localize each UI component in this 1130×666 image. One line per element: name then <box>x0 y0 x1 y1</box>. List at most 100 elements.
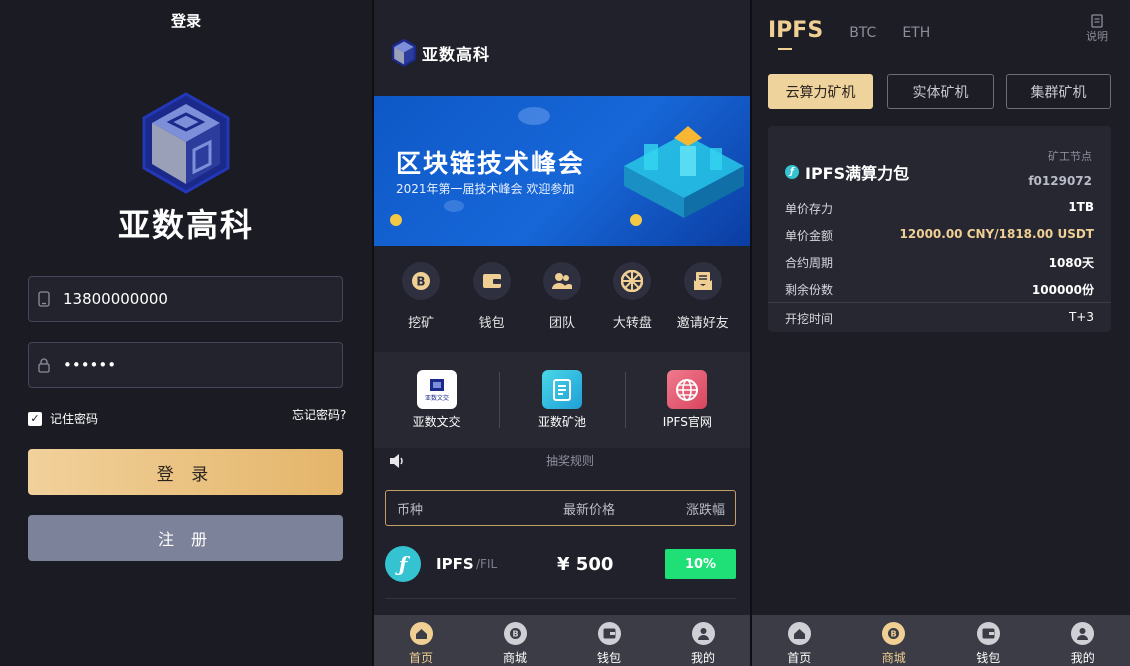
tab-ipfs[interactable]: IPFS <box>768 18 823 43</box>
forgot-password-link[interactable]: 忘记密码? <box>292 406 346 423</box>
tab-profile[interactable]: 我的 <box>1036 615 1130 666</box>
link-label: IPFS官网 <box>662 415 712 429</box>
miner-type-tabs: 云算力矿机 实体矿机 集群矿机 <box>768 74 1125 109</box>
remember-label: 记住密码 <box>50 412 99 426</box>
spec-value: 1TB <box>1068 200 1094 214</box>
spec-key: 剩余份数 <box>785 283 834 297</box>
help-button[interactable]: 说明 <box>1086 14 1108 44</box>
coin-price: ¥ 500 <box>557 553 614 575</box>
svg-text:B: B <box>891 630 897 639</box>
help-label: 说明 <box>1086 30 1108 43</box>
spec-key: 开挖时间 <box>785 312 834 326</box>
exchange-logo-text: 亚数文交 <box>425 394 449 402</box>
tab-label: 我的 <box>1070 651 1095 665</box>
coin-pair: /FIL <box>476 557 498 571</box>
tab-home[interactable]: 首页 <box>752 615 847 666</box>
lock-icon <box>37 356 51 374</box>
tab-cloud-miner[interactable]: 云算力矿机 <box>768 74 873 109</box>
document-icon <box>1091 14 1103 28</box>
tab-wallet[interactable]: 钱包 <box>941 615 1036 666</box>
speaker-icon <box>390 453 403 468</box>
tab-label: 商城 <box>502 651 527 665</box>
tab-physical-miner[interactable]: 实体矿机 <box>887 74 994 109</box>
remember-password-checkbox[interactable]: ✓ 记住密码 <box>28 410 98 427</box>
divider <box>768 302 1111 303</box>
column-header-coin: 币种 <box>397 502 424 518</box>
spec-key: 单价金额 <box>785 229 834 243</box>
link-label: 亚数矿池 <box>537 415 586 429</box>
quick-action-label: 大转盘 <box>612 316 652 331</box>
password-field[interactable] <box>28 342 343 388</box>
header: 亚数高科 <box>390 38 490 68</box>
brand-name: 亚数高科 <box>117 206 254 244</box>
page-title: 登录 <box>170 12 201 30</box>
node-value: f0129072 <box>1028 174 1092 188</box>
promo-banner[interactable]: 区块链技术峰会 2021年第一届技术峰会 欢迎参加 <box>374 96 750 246</box>
bottom-tabbar: 首页 B 商城 钱包 我的 <box>374 615 750 666</box>
mining-screen: IPFS BTC ETH 说明 云算力矿机 实体矿机 集群矿机 ƒ IPFS满算… <box>752 0 1130 666</box>
quick-action-label: 挖矿 <box>408 316 435 331</box>
tab-btc[interactable]: BTC <box>849 25 876 41</box>
product-title-text: IPFS满算力包 <box>805 164 910 183</box>
spec-key: 合约周期 <box>785 256 834 270</box>
wallet-icon <box>472 262 511 300</box>
link-label: 亚数文交 <box>412 415 461 429</box>
quick-action-label: 邀请好友 <box>676 316 729 331</box>
checkmark-icon[interactable]: ✓ <box>28 411 42 426</box>
tab-label: 商城 <box>881 651 906 665</box>
banner-subtitle: 2021年第一届技术峰会 欢迎参加 <box>396 182 575 196</box>
coin-tabs: IPFS BTC ETH <box>768 18 930 43</box>
home-screen: 亚数高科 区块链技术峰会 2021年第一届技术峰会 欢迎参加 B 挖矿 钱包 团… <box>374 0 750 666</box>
bottom-tabbar: 首页 B 商城 钱包 我的 <box>752 615 1130 666</box>
market-row[interactable]: ƒ IPFS /FIL ¥ 500 10% <box>385 540 736 588</box>
spec-value: T+3 <box>1068 310 1094 324</box>
spec-row: 开挖时间 T+3 <box>785 310 1094 327</box>
phone-field[interactable] <box>28 276 343 322</box>
tab-eth[interactable]: ETH <box>902 25 930 41</box>
login-screen: 登录 亚数高科 ✓ 记住密码 <box>0 0 372 666</box>
quick-action-invite[interactable]: 邀请好友 <box>671 262 735 331</box>
partner-links: 亚数文交 亚数文交 亚数矿池 IPFS官网 <box>374 352 750 448</box>
tab-mall[interactable]: B 商城 <box>847 615 942 666</box>
brand-name: 亚数高科 <box>422 45 491 64</box>
quick-action-mining[interactable]: B 挖矿 <box>389 262 453 331</box>
phone-input[interactable] <box>63 290 303 308</box>
profile-icon <box>691 622 715 645</box>
link-yashu-pool[interactable]: 亚数矿池 <box>499 370 624 430</box>
quick-action-team[interactable]: 团队 <box>530 262 594 331</box>
password-input[interactable] <box>63 356 303 374</box>
spec-row: 合约周期 1080天 <box>785 254 1094 271</box>
document-icon <box>541 370 582 409</box>
spec-row: 单价金额 12000.00 CNY/1818.00 USDT <box>785 227 1094 244</box>
product-card[interactable]: ƒ IPFS满算力包 矿工节点 f0129072 单价存力 1TB 单价金额 1… <box>768 126 1111 332</box>
node-label: 矿工节点 <box>1048 150 1092 163</box>
bitcoin-icon: B <box>402 262 441 300</box>
tab-label: 首页 <box>787 651 812 665</box>
quick-action-wallet[interactable]: 钱包 <box>460 262 524 331</box>
exchange-logo-icon: 亚数文交 <box>416 370 457 409</box>
mall-icon: B <box>882 622 906 645</box>
spec-row: 剩余份数 100000份 <box>785 281 1094 298</box>
link-yashu-exchange[interactable]: 亚数文交 亚数文交 <box>374 370 499 430</box>
notice-bar[interactable]: 抽奖规则 <box>388 452 738 469</box>
wallet-icon <box>976 622 1000 645</box>
tab-wallet[interactable]: 钱包 <box>562 615 656 666</box>
tab-home[interactable]: 首页 <box>374 615 468 666</box>
tab-label: 钱包 <box>976 651 1001 665</box>
svg-text:B: B <box>417 275 426 289</box>
link-ipfs-official[interactable]: IPFS官网 <box>624 370 750 430</box>
home-icon <box>409 622 433 645</box>
coin-name: IPFS <box>436 555 474 573</box>
coin-change-badge: 10% <box>665 549 736 579</box>
login-button[interactable]: 登 录 <box>28 449 343 495</box>
tab-cluster-miner[interactable]: 集群矿机 <box>1006 74 1111 109</box>
tab-label: 我的 <box>690 651 715 665</box>
tab-mall[interactable]: B 商城 <box>468 615 562 666</box>
svg-text:B: B <box>512 630 518 639</box>
wheel-icon <box>613 262 652 300</box>
register-button[interactable]: 注 册 <box>28 515 343 561</box>
notice-text: 抽奖规则 <box>546 454 595 468</box>
quick-action-wheel[interactable]: 大转盘 <box>600 262 664 331</box>
tab-profile[interactable]: 我的 <box>656 615 750 666</box>
active-tab-indicator <box>778 48 792 50</box>
